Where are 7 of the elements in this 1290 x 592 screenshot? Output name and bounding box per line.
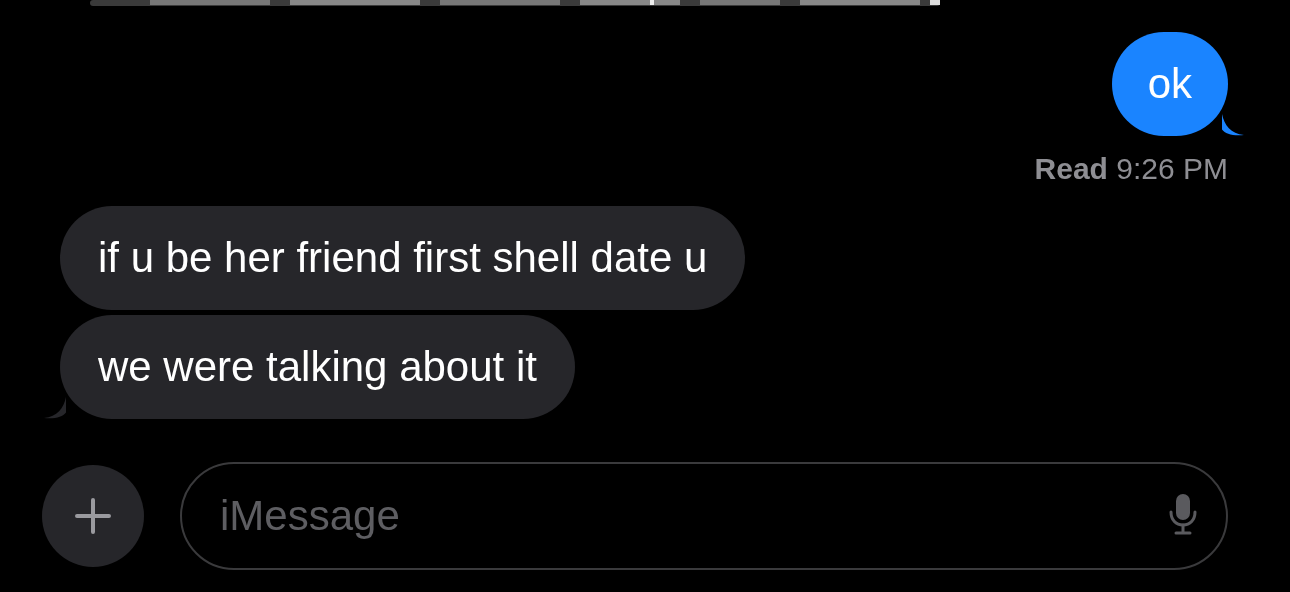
message-field[interactable]: iMessage bbox=[180, 462, 1228, 570]
bubble-tail bbox=[44, 397, 66, 419]
bubble-tail bbox=[1222, 114, 1244, 136]
message-bubble: if u be her friend first shell date u bbox=[60, 206, 746, 310]
microphone-icon[interactable] bbox=[1168, 493, 1198, 535]
read-receipt: Read 9:26 PM bbox=[1034, 152, 1228, 186]
plus-icon bbox=[73, 496, 113, 536]
